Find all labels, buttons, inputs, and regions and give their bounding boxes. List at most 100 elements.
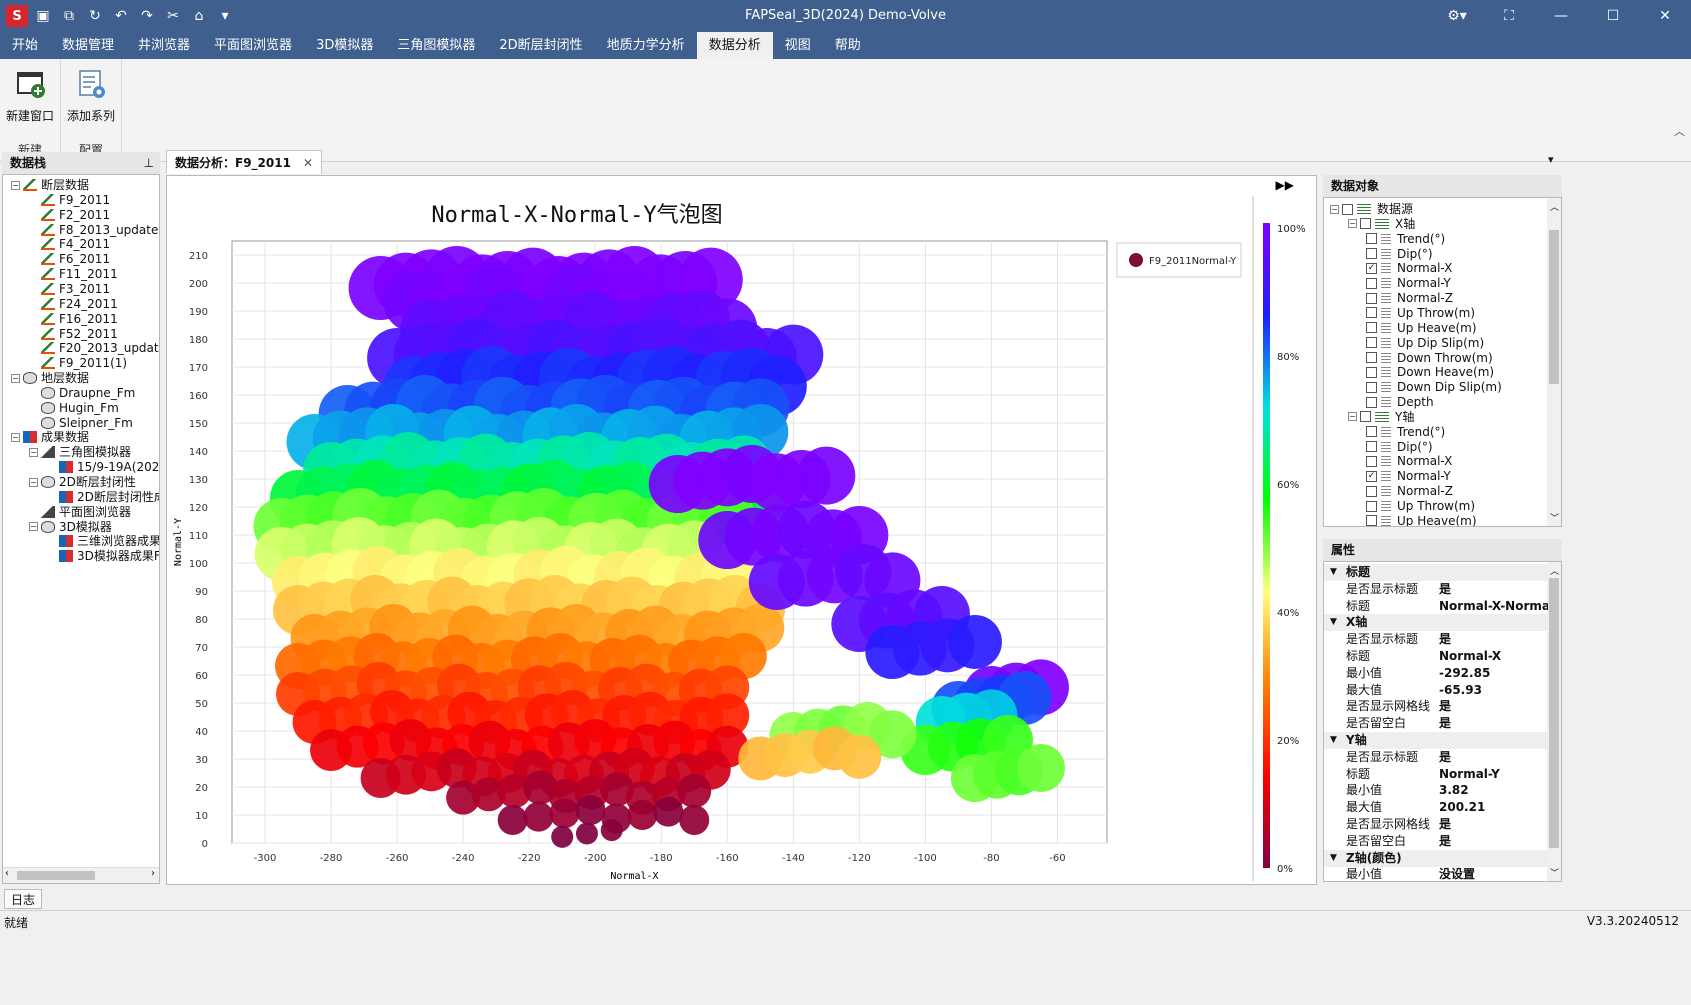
property-category[interactable]: ▼ X轴: [1324, 614, 1548, 632]
property-row[interactable]: 最大值 200.21: [1324, 799, 1548, 816]
property-value[interactable]: 是: [1439, 581, 1548, 598]
menu-item-3[interactable]: 平面图浏览器: [202, 32, 304, 59]
property-row[interactable]: 最大值 -65.93: [1324, 682, 1548, 699]
tree-item[interactable]: − 2D断层封闭性: [29, 474, 136, 490]
property-row[interactable]: 是否留空白 是: [1324, 715, 1548, 732]
data-object-item[interactable]: Depth: [1366, 394, 1434, 410]
tree-item[interactable]: F4_2011: [29, 236, 110, 252]
checkbox[interactable]: [1366, 292, 1377, 304]
collapse-icon[interactable]: −: [29, 447, 38, 457]
property-value[interactable]: 是: [1439, 715, 1548, 732]
pin-icon[interactable]: ⊥: [144, 152, 154, 174]
property-row[interactable]: 最小值 没设置: [1324, 866, 1548, 881]
scroll-right-icon[interactable]: ›: [151, 868, 155, 879]
property-row[interactable]: 标题 Normal-X-Normal-Y: [1324, 598, 1548, 615]
menu-item-1[interactable]: 数据管理: [50, 32, 126, 59]
tree-item[interactable]: F9_2011: [29, 192, 110, 208]
collapse-icon[interactable]: −: [1348, 219, 1357, 229]
property-row[interactable]: 是否显示标题 是: [1324, 581, 1548, 598]
checkbox[interactable]: [1366, 426, 1377, 438]
checkbox[interactable]: [1366, 485, 1377, 497]
menu-item-7[interactable]: 地质力学分析: [595, 32, 697, 59]
tree-item[interactable]: 三维浏览器成果: [47, 533, 159, 549]
tree-item[interactable]: 15/9-19A(2023: [47, 459, 159, 475]
scroll-thumb[interactable]: [17, 871, 95, 880]
property-value[interactable]: 没设置: [1439, 866, 1548, 881]
data-object-item[interactable]: Up Dip Slip(m): [1366, 335, 1484, 351]
property-value[interactable]: -65.93: [1439, 682, 1548, 699]
property-row[interactable]: 是否留空白 是: [1324, 833, 1548, 850]
property-value[interactable]: Normal-X-Normal-Y: [1439, 598, 1548, 615]
property-row[interactable]: 标题 Normal-X: [1324, 648, 1548, 665]
add-series-button[interactable]: 添加系列: [61, 67, 121, 124]
tree-item[interactable]: F2_2011: [29, 207, 110, 223]
data-object-item[interactable]: − X轴: [1348, 216, 1415, 232]
tree-item[interactable]: Hugin_Fm: [29, 400, 119, 416]
tree-item[interactable]: F6_2011: [29, 251, 110, 267]
property-value[interactable]: 是: [1439, 749, 1548, 766]
data-object-item[interactable]: Normal-Y: [1366, 275, 1451, 291]
tree-item[interactable]: − 成果数据: [11, 429, 89, 445]
tab-data-analysis[interactable]: 数据分析：F9_2011 ✕: [166, 150, 323, 174]
data-object-item[interactable]: Up Throw(m): [1366, 498, 1475, 514]
menu-item-2[interactable]: 井浏览器: [126, 32, 202, 59]
tree-item[interactable]: 平面图浏览器: [29, 504, 131, 520]
collapse-icon[interactable]: −: [29, 477, 38, 487]
menu-item-4[interactable]: 3D模拟器: [304, 32, 385, 59]
tree-item[interactable]: Sleipner_Fm: [29, 415, 133, 431]
data-object-item[interactable]: Up Heave(m): [1366, 513, 1477, 526]
tree-item[interactable]: − 地层数据: [11, 370, 89, 386]
tree-item[interactable]: 2D断层封闭性成: [47, 489, 159, 505]
property-value[interactable]: Normal-Y: [1439, 766, 1548, 783]
fullscreen-icon[interactable]: ⛶: [1483, 0, 1535, 32]
checkbox[interactable]: [1366, 322, 1377, 334]
data-object-item[interactable]: ✓ Normal-Y: [1366, 468, 1451, 484]
tree-item[interactable]: F11_2011: [29, 266, 118, 282]
scroll-thumb[interactable]: [1549, 578, 1559, 848]
property-value[interactable]: 200.21: [1439, 799, 1548, 816]
expand-icon[interactable]: ▼: [1330, 850, 1337, 867]
minimize-button[interactable]: —: [1535, 0, 1587, 32]
property-row[interactable]: 最小值 -292.85: [1324, 665, 1548, 682]
tree-item[interactable]: − 三角图模拟器: [29, 444, 131, 460]
expand-icon[interactable]: ▼: [1330, 732, 1337, 749]
data-object-item[interactable]: Normal-Z: [1366, 290, 1453, 306]
menu-item-9[interactable]: 视图: [773, 32, 823, 59]
checkbox[interactable]: [1366, 248, 1377, 260]
tree-item[interactable]: F24_2011: [29, 296, 118, 312]
collapse-icon[interactable]: −: [1348, 412, 1357, 422]
menu-item-0[interactable]: 开始: [0, 32, 50, 59]
checkbox[interactable]: ✓: [1366, 262, 1377, 274]
maximize-button[interactable]: ☐: [1587, 0, 1639, 32]
menu-item-6[interactable]: 2D断层封闭性: [487, 32, 594, 59]
tree-item[interactable]: F16_2011: [29, 311, 118, 327]
property-row[interactable]: 标题 Normal-Y: [1324, 766, 1548, 783]
collapse-icon[interactable]: −: [1330, 204, 1339, 214]
data-object-item[interactable]: Up Heave(m): [1366, 320, 1477, 336]
data-object-item[interactable]: Dip(°): [1366, 439, 1433, 455]
property-value[interactable]: 是: [1439, 833, 1548, 850]
data-object-item[interactable]: ✓ Normal-X: [1366, 260, 1452, 276]
checkbox[interactable]: [1366, 337, 1377, 349]
property-value[interactable]: 3.82: [1439, 782, 1548, 799]
data-object-item[interactable]: Normal-Z: [1366, 483, 1453, 499]
scroll-left-icon[interactable]: ‹: [5, 868, 9, 879]
property-value[interactable]: -292.85: [1439, 665, 1548, 682]
new-window-button[interactable]: 新建窗口: [0, 67, 60, 124]
collapse-ribbon-icon[interactable]: ︿: [1674, 123, 1685, 139]
data-object-item[interactable]: Down Dip Slip(m): [1366, 379, 1502, 395]
checkbox[interactable]: [1366, 366, 1377, 378]
menu-item-8[interactable]: 数据分析: [696, 32, 773, 59]
checkbox[interactable]: [1366, 500, 1377, 512]
log-tab[interactable]: 日志: [4, 889, 43, 909]
tree-item[interactable]: F20_2013_update: [29, 340, 159, 356]
checkbox[interactable]: [1366, 515, 1377, 526]
property-row[interactable]: 最小值 3.82: [1324, 782, 1548, 799]
tree-item[interactable]: Draupne_Fm: [29, 385, 135, 401]
properties-scrollbar[interactable]: ︿ ﹀: [1547, 562, 1561, 881]
scroll-thumb[interactable]: [1549, 230, 1559, 384]
checkbox[interactable]: [1342, 203, 1353, 215]
data-object-item[interactable]: Trend(°): [1366, 231, 1445, 247]
theme-icon[interactable]: ⚙▾: [1431, 0, 1483, 32]
expand-icon[interactable]: ▼: [1330, 614, 1337, 631]
